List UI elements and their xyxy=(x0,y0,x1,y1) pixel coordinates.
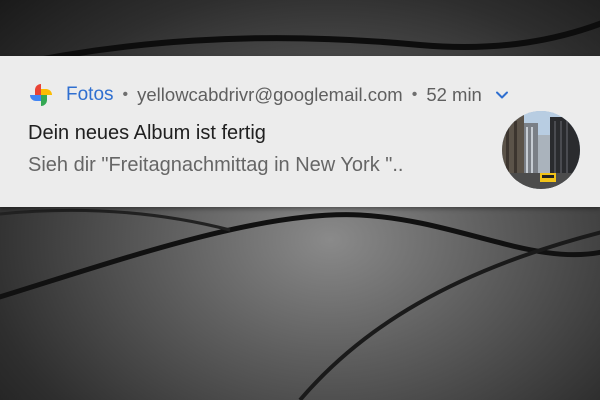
account-email: yellowcabdrivr@googlemail.com xyxy=(137,84,403,105)
album-thumbnail xyxy=(502,111,580,189)
notification-title: Dein neues Album ist fertig xyxy=(28,122,266,144)
lock-screen: Fotos • yellowcabdrivr@googlemail.com • … xyxy=(0,0,600,400)
header-separator: • xyxy=(411,86,418,103)
app-name: Fotos xyxy=(66,84,114,105)
notification-time: 52 min xyxy=(426,84,482,105)
notification-header: Fotos • yellowcabdrivr@googlemail.com • … xyxy=(28,82,510,108)
notification-body: Sieh dir "Freitagnachmittag in New York … xyxy=(28,154,404,176)
google-photos-pinwheel-icon xyxy=(28,82,54,108)
chevron-down-icon[interactable] xyxy=(494,87,510,103)
header-separator: • xyxy=(122,86,129,103)
photos-notification[interactable]: Fotos • yellowcabdrivr@googlemail.com • … xyxy=(0,56,600,207)
